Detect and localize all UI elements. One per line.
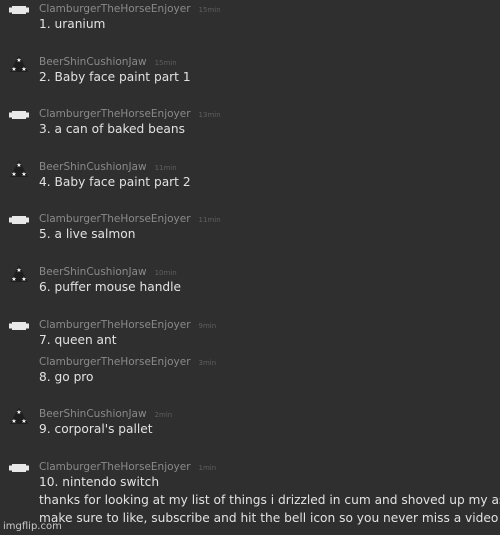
username-link[interactable]: BeerShinCushionJaw bbox=[39, 408, 147, 420]
svg-text:★: ★ bbox=[11, 418, 16, 425]
triangle-stars-avatar-icon[interactable]: ★ ★ ★ bbox=[8, 405, 30, 427]
timestamp: 15min bbox=[198, 6, 221, 14]
username-link[interactable]: BeerShinCushionJaw bbox=[39, 56, 147, 68]
timestamp: 9min bbox=[198, 322, 217, 330]
triangle-stars-avatar-icon[interactable]: ★ ★ ★ bbox=[8, 263, 30, 285]
svg-text:★: ★ bbox=[11, 66, 16, 73]
timestamp: 2min bbox=[154, 411, 173, 419]
comment-text: 2. Baby face paint part 1 bbox=[39, 70, 191, 84]
timestamp: 11min bbox=[154, 164, 177, 172]
comment-text: 4. Baby face paint part 2 bbox=[39, 175, 191, 189]
timestamp: 1min bbox=[198, 464, 217, 472]
username-link[interactable]: ClamburgerTheHorseEnjoyer bbox=[39, 356, 191, 368]
svg-text:★: ★ bbox=[21, 418, 26, 425]
bone-avatar-icon[interactable] bbox=[8, 458, 30, 480]
comment-text: 6. puffer mouse handle bbox=[39, 280, 182, 294]
comment-text: 9. corporal's pallet bbox=[39, 422, 153, 436]
svg-text:★: ★ bbox=[21, 66, 26, 73]
bone-avatar-icon[interactable] bbox=[8, 0, 30, 22]
svg-text:★: ★ bbox=[16, 57, 21, 64]
username-link[interactable]: ClamburgerTheHorseEnjoyer bbox=[39, 213, 191, 225]
username-link[interactable]: ClamburgerTheHorseEnjoyer bbox=[39, 3, 191, 15]
comment-text: 8. go pro bbox=[39, 370, 94, 384]
username-link[interactable]: ClamburgerTheHorseEnjoyer bbox=[39, 461, 191, 473]
timestamp: 10min bbox=[154, 269, 177, 277]
timestamp: 15min bbox=[154, 59, 177, 67]
username-link[interactable]: BeerShinCushionJaw bbox=[39, 161, 147, 173]
bone-avatar-icon[interactable] bbox=[8, 105, 30, 127]
svg-text:★: ★ bbox=[11, 276, 16, 283]
imgflip-watermark: imgflip.com bbox=[3, 521, 62, 532]
triangle-stars-avatar-icon[interactable]: ★ ★ ★ bbox=[8, 158, 30, 180]
username-link[interactable]: ClamburgerTheHorseEnjoyer bbox=[39, 108, 191, 120]
username-link[interactable]: ClamburgerTheHorseEnjoyer bbox=[39, 319, 191, 331]
comment-text-line: 10. nintendo switch bbox=[39, 475, 160, 489]
svg-text:★: ★ bbox=[11, 171, 16, 178]
comment-text: 1. uranium bbox=[39, 17, 106, 31]
comment-text: 5. a live salmon bbox=[39, 227, 136, 241]
svg-text:★: ★ bbox=[16, 409, 21, 416]
comment-text: 7. queen ant bbox=[39, 333, 117, 347]
triangle-stars-avatar-icon[interactable]: ★ ★ ★ bbox=[8, 53, 30, 75]
svg-text:★: ★ bbox=[16, 267, 21, 274]
svg-text:★: ★ bbox=[21, 171, 26, 178]
comment-text-line: make sure to like, subscribe and hit the… bbox=[39, 511, 499, 525]
comment-text: 10. nintendo switch thanks for looking a… bbox=[39, 473, 500, 527]
comment-text-line: thanks for looking at my list of things … bbox=[39, 493, 500, 507]
svg-text:★: ★ bbox=[21, 276, 26, 283]
bone-avatar-icon[interactable] bbox=[8, 316, 30, 338]
comment-text: 3. a can of baked beans bbox=[39, 122, 185, 136]
timestamp: 3min bbox=[198, 359, 217, 367]
bone-avatar-icon[interactable] bbox=[8, 210, 30, 232]
timestamp: 13min bbox=[198, 111, 221, 119]
svg-text:★: ★ bbox=[16, 162, 21, 169]
username-link[interactable]: BeerShinCushionJaw bbox=[39, 266, 147, 278]
comment-feed: ClamburgerTheHorseEnjoyer 15min 1. uraniu… bbox=[0, 0, 500, 535]
timestamp: 11min bbox=[198, 216, 221, 224]
